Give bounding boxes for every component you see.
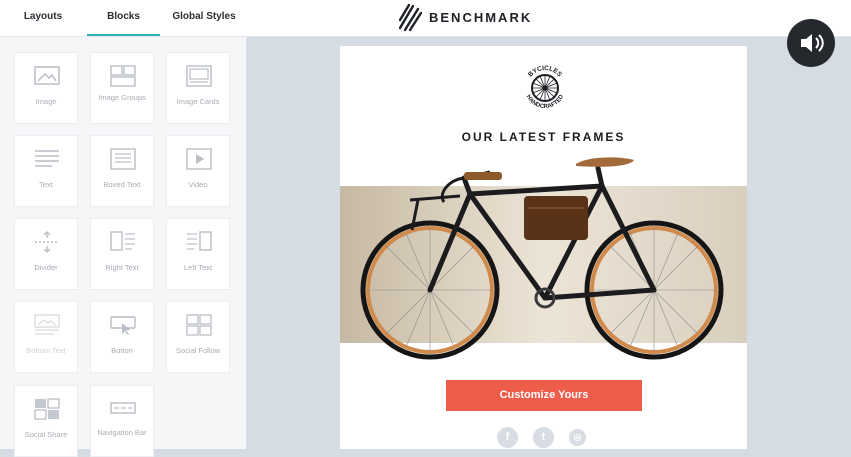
block-image-cards[interactable]: Image Cards xyxy=(166,52,230,124)
benchmark-logo-icon xyxy=(398,3,423,32)
blocks-panel: Image Image Groups Image Cards Text Boxe… xyxy=(0,37,246,457)
brand-logo: BENCHMARK xyxy=(397,0,532,34)
block-social-follow[interactable]: Social Follow xyxy=(166,301,230,373)
block-label: Bottom Text xyxy=(26,346,66,355)
email-headline: OUR LATEST FRAMES xyxy=(461,130,626,144)
video-icon xyxy=(186,148,212,170)
left-text-icon xyxy=(187,231,212,251)
boxed-text-icon xyxy=(110,148,136,170)
social-share-icon xyxy=(34,398,60,420)
block-left-text[interactable]: Left Text xyxy=(166,218,230,290)
button-icon xyxy=(110,316,136,335)
email-canvas[interactable]: BYCICLES HANDCRAFTED OUR LATEST FRAMES C… xyxy=(340,46,747,449)
tab-blocks[interactable]: Blocks xyxy=(87,0,160,36)
block-bottom-text[interactable]: Bottom Text xyxy=(14,301,78,373)
image-icon xyxy=(34,66,60,85)
sound-button[interactable] xyxy=(787,19,835,67)
block-label: Divider xyxy=(34,263,58,272)
block-label: Image xyxy=(35,97,57,106)
top-bar: Layouts Blocks Global Styles BENCHMARK xyxy=(0,0,851,37)
block-boxed-text[interactable]: Boxed Text xyxy=(90,135,154,207)
twitter-icon[interactable]: t xyxy=(533,427,554,448)
image-groups-icon xyxy=(110,65,136,87)
block-social-share[interactable]: Social Share xyxy=(14,385,78,457)
block-text[interactable]: Text xyxy=(14,135,78,207)
right-text-icon xyxy=(110,231,135,251)
navigation-bar-icon xyxy=(110,402,136,414)
bycicles-badge-icon: BYCICLES HANDCRAFTED xyxy=(525,65,566,110)
block-image-groups[interactable]: Image Groups xyxy=(90,52,154,124)
block-label: Image Cards xyxy=(176,97,220,106)
block-button[interactable]: Button xyxy=(90,301,154,373)
block-video[interactable]: Video xyxy=(166,135,230,207)
block-label: Navigation Bar xyxy=(97,428,147,437)
block-label: Button xyxy=(111,346,133,355)
block-label: Image Groups xyxy=(98,93,146,102)
speaker-icon xyxy=(801,34,824,52)
block-label: Right Text xyxy=(105,263,139,272)
tab-global-styles[interactable]: Global Styles xyxy=(170,0,238,36)
block-right-text[interactable]: Right Text xyxy=(90,218,154,290)
block-label: Social Share xyxy=(24,430,68,439)
social-follow-icon xyxy=(186,314,212,336)
bottom-text-icon xyxy=(34,314,60,335)
block-label: Video xyxy=(188,180,208,189)
block-image[interactable]: Image xyxy=(14,52,78,124)
block-divider[interactable]: Divider xyxy=(14,218,78,290)
block-navigation-bar[interactable]: Navigation Bar xyxy=(90,385,154,457)
text-icon xyxy=(35,150,59,167)
bicycle-photo[interactable] xyxy=(340,150,747,362)
block-label: Text xyxy=(39,180,53,189)
customize-yours-button[interactable]: Customize Yours xyxy=(446,380,642,411)
tab-layouts[interactable]: Layouts xyxy=(14,0,72,36)
facebook-icon[interactable]: f xyxy=(497,427,518,448)
brand-name: BENCHMARK xyxy=(429,9,533,25)
block-label: Social Follow xyxy=(175,346,221,355)
image-cards-icon xyxy=(186,65,212,87)
block-label: Left Text xyxy=(183,263,213,272)
block-label: Boxed Text xyxy=(103,180,141,189)
divider-icon xyxy=(35,231,59,253)
instagram-icon[interactable]: ◎ xyxy=(569,429,586,446)
